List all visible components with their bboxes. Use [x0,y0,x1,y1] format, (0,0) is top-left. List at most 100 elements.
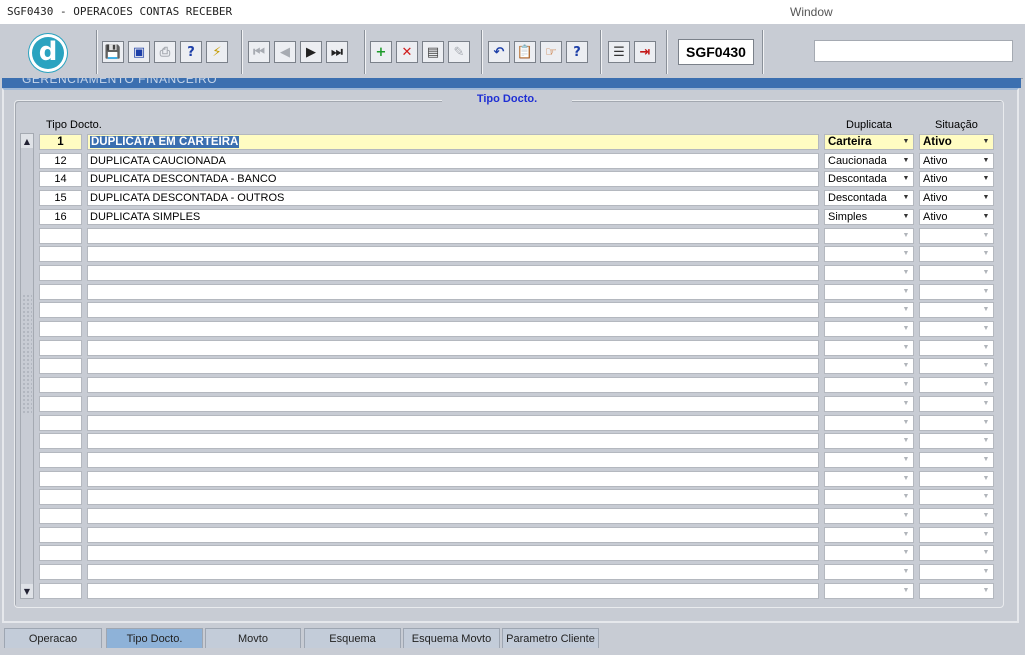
tipo-docto-code-field[interactable]: 1 [39,134,82,150]
tipo-docto-code-field[interactable]: 12 [39,153,82,169]
tipo-docto-description-field[interactable]: DUPLICATA DESCONTADA - BANCO [87,171,819,187]
duplicata-select[interactable]: Simples ▼ [824,209,914,225]
situacao-select[interactable]: ▼ [919,377,994,393]
chevron-down-icon[interactable]: ▼ [900,510,912,522]
situacao-select[interactable]: ▼ [919,508,994,524]
chevron-down-icon[interactable]: ▼ [900,435,912,447]
tipo-docto-description-field[interactable] [87,246,819,262]
tab-esquema-movto[interactable]: Esquema Movto [403,628,500,648]
execute-query-button[interactable]: ⚡ [206,41,228,63]
menu-button[interactable]: ☰ [608,41,630,63]
situacao-select[interactable]: ▼ [919,564,994,580]
tipo-docto-description-field[interactable] [87,489,819,505]
screen-button[interactable]: ▣ [128,41,150,63]
tipo-docto-code-field[interactable] [39,228,82,244]
tipo-docto-code-field[interactable] [39,452,82,468]
chevron-down-icon[interactable]: ▼ [980,173,992,185]
tipo-docto-description-field[interactable]: DUPLICATA EM CARTEIRA [87,134,819,150]
tipo-docto-description-field[interactable] [87,358,819,374]
tipo-docto-code-field[interactable]: 15 [39,190,82,206]
duplicata-select[interactable]: ▼ [824,471,914,487]
tab-tipo-docto[interactable]: Tipo Docto. [106,628,203,648]
chevron-down-icon[interactable]: ▼ [900,192,912,204]
chevron-down-icon[interactable]: ▼ [980,510,992,522]
chevron-down-icon[interactable]: ▼ [980,379,992,391]
tipo-docto-code-field[interactable] [39,246,82,262]
situacao-select[interactable]: ▼ [919,340,994,356]
tab-movto[interactable]: Movto [205,628,301,648]
chevron-down-icon[interactable]: ▼ [900,286,912,298]
next-record-button[interactable]: ▶ [300,41,322,63]
tipo-docto-code-field[interactable] [39,377,82,393]
situacao-select[interactable]: Ativo ▼ [919,134,994,150]
situacao-select[interactable]: ▼ [919,489,994,505]
chevron-down-icon[interactable]: ▼ [900,473,912,485]
chevron-down-icon[interactable]: ▼ [900,323,912,335]
tipo-docto-code-field[interactable] [39,489,82,505]
tipo-docto-description-field[interactable] [87,396,819,412]
hand-button[interactable]: ☞ [540,41,562,63]
chevron-down-icon[interactable]: ▼ [980,547,992,559]
situacao-select[interactable]: ▼ [919,471,994,487]
tipo-docto-code-field[interactable] [39,284,82,300]
tipo-docto-description-field[interactable] [87,452,819,468]
duplicata-select[interactable]: ▼ [824,583,914,599]
situacao-select[interactable]: ▼ [919,265,994,281]
tipo-docto-code-field[interactable] [39,508,82,524]
exit-button[interactable]: ⇥ [634,41,656,63]
duplicata-select[interactable]: ▼ [824,302,914,318]
tipo-docto-code-field[interactable] [39,564,82,580]
tipo-docto-description-field[interactable] [87,564,819,580]
tipo-docto-description-field[interactable] [87,340,819,356]
help-button[interactable]: ? [566,41,588,63]
chevron-down-icon[interactable]: ▼ [980,435,992,447]
tipo-docto-description-field[interactable] [87,321,819,337]
last-record-button[interactable]: ⏭ [326,41,348,63]
tipo-docto-code-field[interactable] [39,433,82,449]
delete-record-button[interactable]: ✕ [396,41,418,63]
chevron-down-icon[interactable]: ▼ [900,547,912,559]
chevron-down-icon[interactable]: ▼ [900,379,912,391]
chevron-down-icon[interactable]: ▼ [900,529,912,541]
chevron-down-icon[interactable]: ▼ [900,304,912,316]
print-button[interactable]: ⎙ [154,41,176,63]
chevron-down-icon[interactable]: ▼ [980,230,992,242]
undo-button[interactable]: ↶ [488,41,510,63]
chevron-down-icon[interactable]: ▼ [980,529,992,541]
situacao-select[interactable]: ▼ [919,545,994,561]
tipo-docto-code-field[interactable] [39,396,82,412]
situacao-select[interactable]: ▼ [919,358,994,374]
situacao-select[interactable]: ▼ [919,228,994,244]
situacao-select[interactable]: ▼ [919,433,994,449]
chevron-down-icon[interactable]: ▼ [980,491,992,503]
duplicata-select[interactable]: Descontada ▼ [824,171,914,187]
tipo-docto-description-field[interactable] [87,545,819,561]
chevron-down-icon[interactable]: ▼ [900,136,912,148]
situacao-select[interactable]: ▼ [919,246,994,262]
scroll-up-icon[interactable]: ▲ [21,134,33,148]
situacao-select[interactable]: ▼ [919,583,994,599]
tipo-docto-description-field[interactable] [87,415,819,431]
chevron-down-icon[interactable]: ▼ [900,230,912,242]
chevron-down-icon[interactable]: ▼ [900,585,912,597]
query-button[interactable]: ? [180,41,202,63]
duplicata-select[interactable]: ▼ [824,284,914,300]
tipo-docto-code-field[interactable] [39,302,82,318]
situacao-select[interactable]: ▼ [919,452,994,468]
chevron-down-icon[interactable]: ▼ [900,454,912,466]
chevron-down-icon[interactable]: ▼ [980,473,992,485]
duplicata-select[interactable]: ▼ [824,545,914,561]
tipo-docto-description-field[interactable]: DUPLICATA CAUCIONADA [87,153,819,169]
duplicata-select[interactable]: ▼ [824,265,914,281]
chevron-down-icon[interactable]: ▼ [900,211,912,223]
tab-parametro-cliente[interactable]: Parametro Cliente [502,628,599,648]
tipo-docto-code-field[interactable] [39,415,82,431]
tipo-docto-code-field[interactable] [39,321,82,337]
menu-window[interactable]: Window [790,5,833,19]
first-record-button[interactable]: ⏮ [248,41,270,63]
duplicata-select[interactable]: ▼ [824,415,914,431]
chevron-down-icon[interactable]: ▼ [900,491,912,503]
duplicata-select[interactable]: ▼ [824,489,914,505]
duplicata-select[interactable]: ▼ [824,377,914,393]
situacao-select[interactable]: Ativo ▼ [919,190,994,206]
